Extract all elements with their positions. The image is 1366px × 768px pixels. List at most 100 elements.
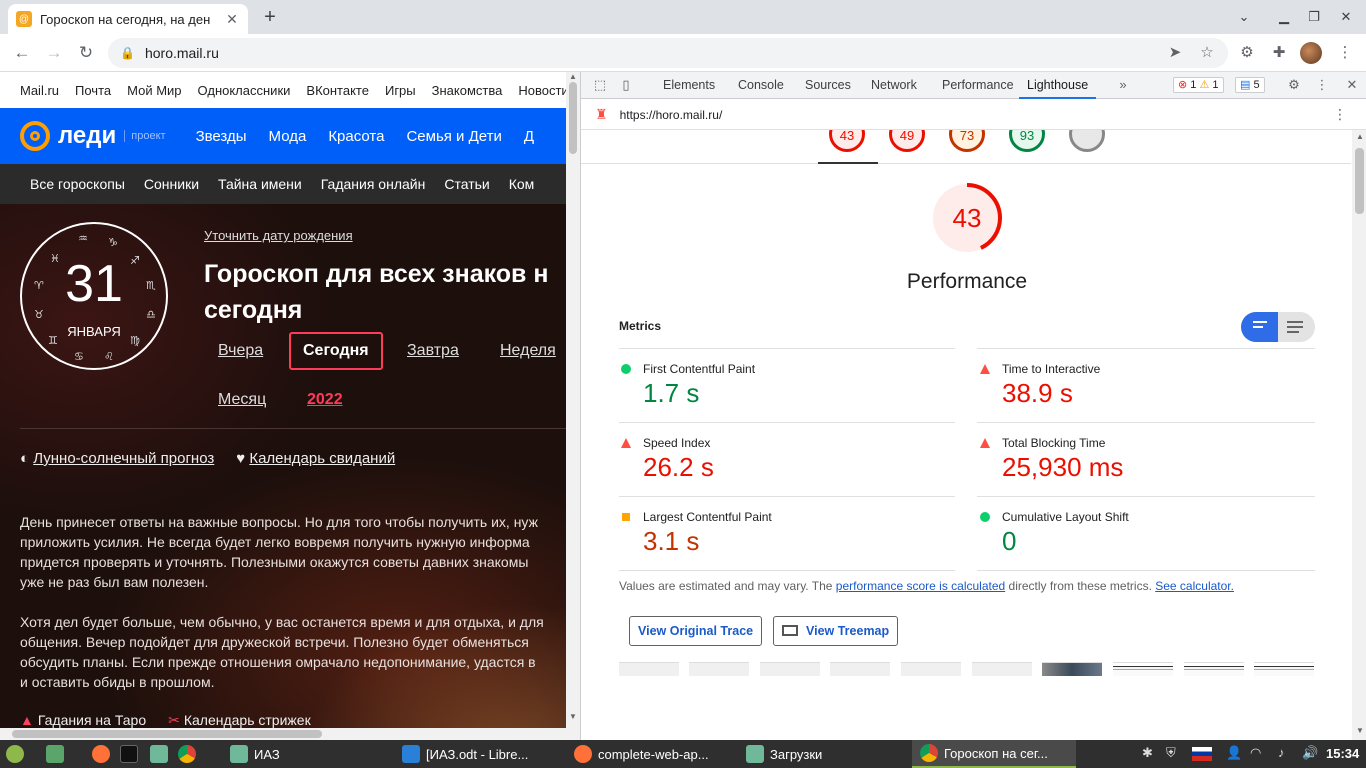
issues-counter[interactable]: ⊗ 1 ⚠ 1 <box>1173 77 1224 93</box>
cat-all-horoscopes[interactable]: Все гороскопы <box>30 176 125 192</box>
scrollbar-thumb[interactable] <box>12 730 322 738</box>
taskbar-window-iaz[interactable]: ИАЗ <box>230 740 280 768</box>
nav-more[interactable]: Д <box>524 128 534 145</box>
devtools-settings-icon[interactable]: ⚙ <box>1285 76 1303 94</box>
launcher-terminal[interactable] <box>120 740 144 768</box>
tab-tomorrow[interactable]: Завтра <box>407 342 459 360</box>
mini-gauge-pwa[interactable] <box>1069 130 1105 152</box>
dating-calendar-link[interactable]: ♥ Календарь свиданий <box>236 450 395 467</box>
close-window-button[interactable]: ✕ <box>1334 6 1358 28</box>
devtools-tab-network[interactable]: Network <box>871 72 917 99</box>
show-desktop-button[interactable] <box>46 740 70 768</box>
clarify-birthdate-link[interactable]: Уточнить дату рождения <box>204 228 353 243</box>
clock[interactable]: 15:34 <box>1326 746 1359 761</box>
cat-dreams[interactable]: Сонники <box>144 176 199 192</box>
more-tabs-icon[interactable]: » <box>1114 76 1132 94</box>
tab-today[interactable]: Сегодня <box>289 332 383 370</box>
score-calculated-link[interactable]: performance score is calculated <box>836 579 1005 593</box>
devtools-tab-lighthouse[interactable]: Lighthouse <box>1019 72 1097 99</box>
bookmark-star-icon[interactable]: ☆ <box>1196 42 1218 64</box>
launcher-chrome[interactable] <box>178 740 202 768</box>
wifi-icon[interactable]: ◠ <box>1250 745 1261 761</box>
nav-family[interactable]: Семья и Дети <box>406 128 501 145</box>
cat-more[interactable]: Ком <box>509 176 535 192</box>
inspect-element-icon[interactable]: ⬚ <box>591 76 609 94</box>
reload-button[interactable]: ↻ <box>74 41 98 65</box>
lunar-forecast-link[interactable]: ◐ Лунно-солнечный прогноз <box>20 450 214 467</box>
portal-link-ok[interactable]: Одноклассники <box>198 83 291 98</box>
volume-icon[interactable]: 🔊 <box>1302 745 1318 761</box>
nav-stars[interactable]: Звезды <box>196 128 247 145</box>
portal-link-games[interactable]: Игры <box>385 83 416 98</box>
scroll-up-arrow-icon[interactable]: ▲ <box>569 72 577 81</box>
tab-year[interactable]: 2022 <box>307 391 343 409</box>
scrollbar-thumb[interactable] <box>569 82 577 154</box>
taskbar-window-chrome[interactable]: Гороскоп на сег... <box>912 740 1076 768</box>
scroll-down-arrow-icon[interactable]: ▼ <box>569 712 577 721</box>
share-icon[interactable]: ➤ <box>1164 42 1186 64</box>
taskbar-window-downloads[interactable]: Загрузки <box>746 740 822 768</box>
launcher-firefox[interactable] <box>92 740 116 768</box>
extension-settings-icon[interactable]: ⚙ <box>1236 42 1258 64</box>
tab-search-icon[interactable]: ⌄ <box>1232 6 1256 28</box>
compact-view-option[interactable] <box>1241 312 1278 342</box>
report-menu-icon[interactable]: ⋮ <box>1333 106 1347 123</box>
mini-gauge-performance[interactable]: 43 <box>829 130 865 152</box>
shield-icon[interactable]: ⛨ <box>1166 745 1176 761</box>
new-tab-button[interactable]: + <box>258 6 282 30</box>
see-calculator-link[interactable]: See calculator. <box>1155 579 1234 593</box>
scroll-down-arrow-icon[interactable]: ▼ <box>1356 726 1364 735</box>
browser-menu-icon[interactable]: ⋮ <box>1334 42 1356 64</box>
tab-month[interactable]: Месяц <box>218 391 266 409</box>
music-icon[interactable]: ♪ <box>1278 745 1285 760</box>
bluetooth-icon[interactable]: ✱ <box>1142 745 1153 761</box>
mini-gauge-best-practices[interactable]: 73 <box>949 130 985 152</box>
address-bar[interactable]: 🔒 horo.mail.ru <box>108 38 1228 68</box>
devtools-tab-performance[interactable]: Performance <box>942 72 1014 99</box>
nav-beauty[interactable]: Красота <box>328 128 384 145</box>
maximize-button[interactable]: ❐ <box>1302 6 1326 28</box>
portal-link-moimir[interactable]: Мой Мир <box>127 83 181 98</box>
minimize-button[interactable]: ▁ <box>1272 6 1296 28</box>
mini-gauge-seo[interactable]: 93 <box>1009 130 1045 152</box>
forward-button[interactable]: → <box>42 41 66 65</box>
start-menu-button[interactable] <box>6 740 30 768</box>
scrollbar-thumb[interactable] <box>1355 148 1364 214</box>
lock-icon[interactable]: 🔒 <box>120 46 135 60</box>
keyboard-layout-flag-icon[interactable] <box>1192 747 1212 761</box>
haircut-calendar-link[interactable]: ✂ Календарь стрижек <box>168 712 311 729</box>
ledi-logo[interactable]: леди <box>20 121 116 151</box>
devtools-tab-console[interactable]: Console <box>738 72 784 99</box>
page-horizontal-scrollbar[interactable] <box>0 728 580 740</box>
user-icon[interactable]: 👤 <box>1226 745 1242 761</box>
cat-articles[interactable]: Статьи <box>444 176 489 192</box>
portal-link-vk[interactable]: ВКонтакте <box>306 83 369 98</box>
portal-link-news[interactable]: Новости <box>518 83 566 98</box>
devtools-close-icon[interactable]: ✕ <box>1343 76 1361 94</box>
tarot-link[interactable]: ▲ Гадания на Таро <box>20 712 146 729</box>
metrics-view-toggle[interactable] <box>1241 312 1315 342</box>
nav-fashion[interactable]: Мода <box>269 128 307 145</box>
portal-link-mail[interactable]: Почта <box>75 83 111 98</box>
profile-avatar[interactable] <box>1300 42 1322 64</box>
page-vertical-scrollbar[interactable]: ▲ ▼ <box>566 72 580 728</box>
portal-link-dating[interactable]: Знакомства <box>432 83 503 98</box>
view-original-trace-button[interactable]: View Original Trace <box>629 616 763 646</box>
messages-counter[interactable]: ▤ 5 <box>1235 77 1265 93</box>
cat-divination[interactable]: Гадания онлайн <box>321 176 426 192</box>
tab-close-icon[interactable]: ✕ <box>224 11 240 28</box>
devtools-menu-icon[interactable]: ⋮ <box>1313 76 1331 94</box>
tab-yesterday[interactable]: Вчера <box>218 342 263 360</box>
view-treemap-button[interactable]: View Treemap <box>773 616 899 646</box>
scroll-up-arrow-icon[interactable]: ▲ <box>1356 132 1364 141</box>
tab-week[interactable]: Неделя <box>500 342 556 360</box>
back-button[interactable]: ← <box>10 41 34 65</box>
taskbar-window-writer[interactable]: [ИАЗ.odt - Libre... <box>402 740 528 768</box>
device-toolbar-icon[interactable]: ▯ <box>617 76 635 94</box>
browser-tab[interactable]: @ Гороскоп на сегодня, на ден ✕ <box>8 4 248 34</box>
report-scrollbar[interactable]: ▲ ▼ <box>1352 130 1366 740</box>
taskbar-window-firefox[interactable]: complete-web-ap... <box>574 740 709 768</box>
mini-gauge-accessibility[interactable]: 49 <box>889 130 925 152</box>
expanded-list-icon[interactable] <box>1287 321 1305 336</box>
devtools-tab-sources[interactable]: Sources <box>805 72 851 99</box>
